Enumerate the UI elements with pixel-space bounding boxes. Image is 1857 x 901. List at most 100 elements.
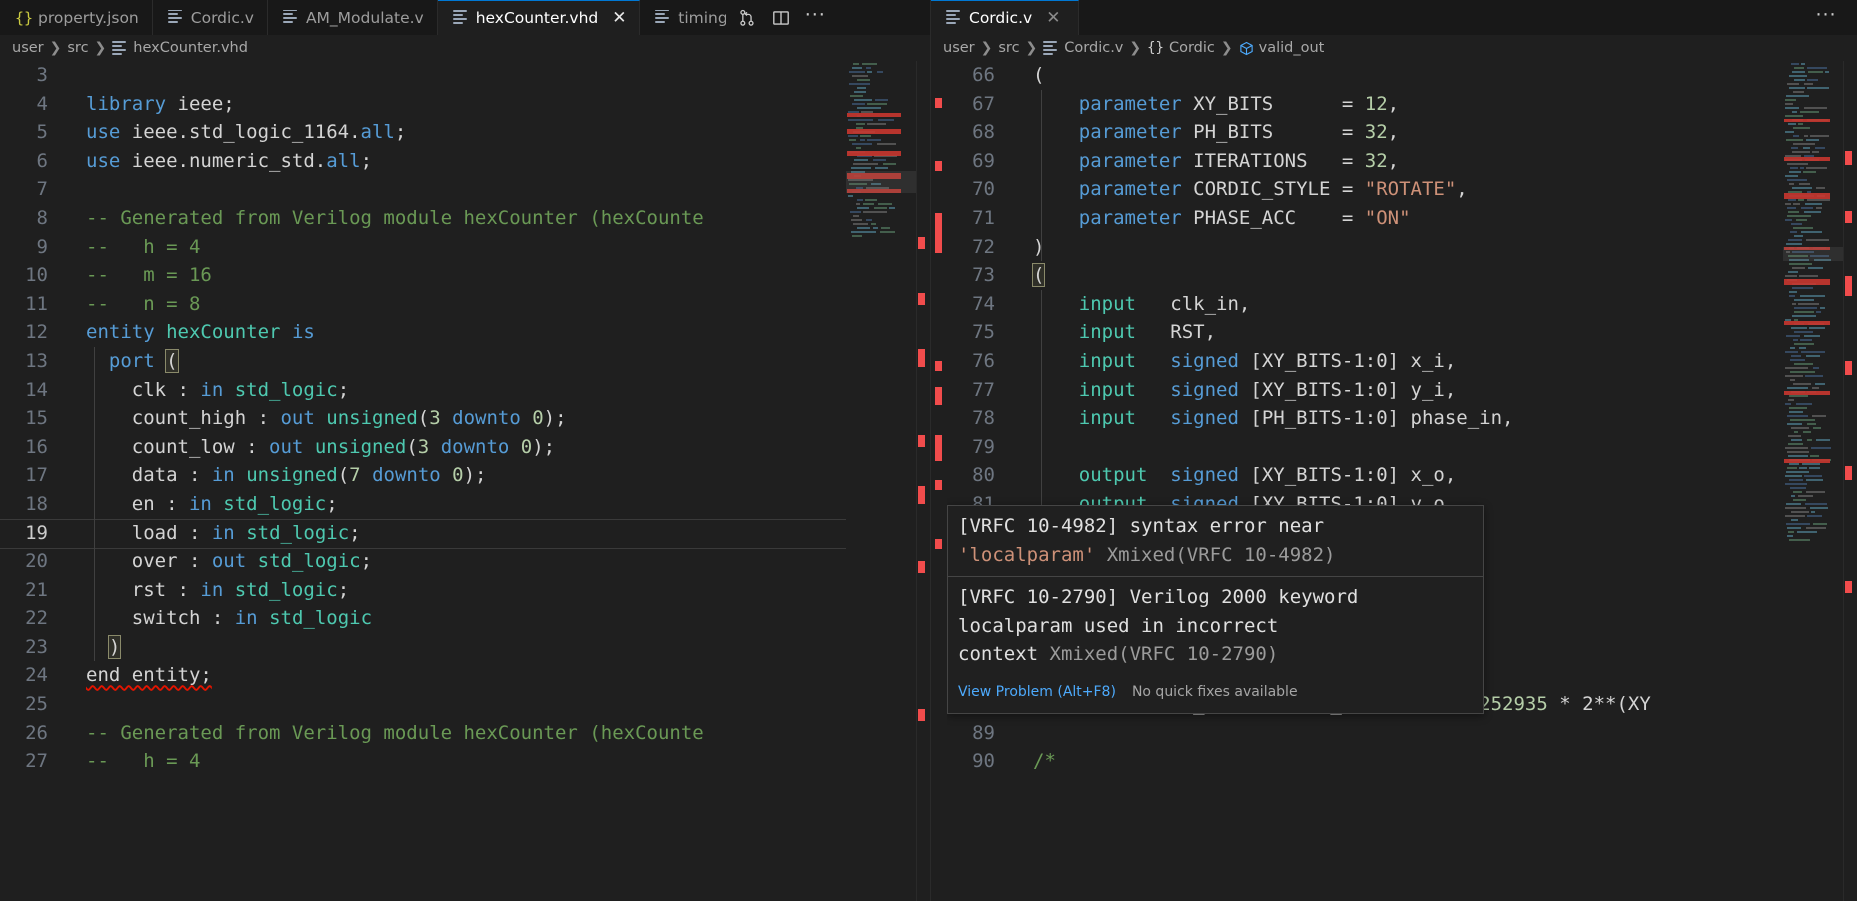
line-content: end entity; xyxy=(72,661,846,690)
error-marker[interactable] xyxy=(1845,466,1852,480)
error-marker[interactable] xyxy=(918,486,925,504)
right-decoration-strip[interactable] xyxy=(931,61,947,901)
code-line[interactable]: 3 xyxy=(0,61,846,90)
tab-timing-x[interactable]: timing.x xyxy=(640,0,727,35)
error-marker[interactable] xyxy=(1845,151,1852,165)
code-line[interactable]: 9 -- h = 4 xyxy=(0,233,846,262)
code-line[interactable]: 72) xyxy=(947,232,1783,262)
code-line[interactable]: 10 -- m = 16 xyxy=(0,261,846,290)
tab-cordic-v-right[interactable]: Cordic.v ✕ xyxy=(931,0,1079,35)
left-overview-ruler[interactable] xyxy=(916,61,930,901)
code-line[interactable]: 79 xyxy=(947,432,1783,462)
code-line[interactable]: 11 -- n = 8 xyxy=(0,290,846,319)
error-marker[interactable] xyxy=(935,213,942,253)
code-line[interactable]: 22 switch : in std_logic xyxy=(0,604,846,633)
code-line[interactable]: 74 input clk_in, xyxy=(947,289,1783,319)
breadcrumb-item-src[interactable]: src xyxy=(998,40,1019,56)
code-line[interactable]: 69 parameter ITERATIONS = 32, xyxy=(947,146,1783,176)
code-line[interactable]: 70 parameter CORDIC_STYLE = "ROTATE", xyxy=(947,175,1783,204)
tab-close-icon[interactable]: ✕ xyxy=(612,9,626,27)
code-line[interactable]: 67 parameter XY_BITS = 12, xyxy=(947,89,1783,119)
minimap-slider[interactable] xyxy=(1783,247,1843,261)
source-control-icon[interactable] xyxy=(730,0,764,35)
error-marker[interactable] xyxy=(1845,276,1852,296)
code-line[interactable]: 21 rst : in std_logic; xyxy=(0,575,846,605)
code-line[interactable]: 14 clk : in std_logic; xyxy=(0,375,846,405)
tab-cordic-v[interactable]: Cordic.v xyxy=(152,0,268,35)
code-line[interactable]: 80 output signed [XY_BITS-1:0] x_o, xyxy=(947,461,1783,490)
error-marker[interactable] xyxy=(918,435,925,447)
breadcrumb-item-module[interactable]: {} Cordic xyxy=(1147,40,1215,56)
error-marker[interactable] xyxy=(918,561,925,573)
error-marker[interactable] xyxy=(1845,211,1852,223)
code-line[interactable]: 68 parameter PH_BITS = 32, xyxy=(947,118,1783,147)
minimap-slider[interactable] xyxy=(846,171,916,193)
line-content: data : in unsigned(7 downto 0); xyxy=(72,461,846,490)
minimap-line xyxy=(1793,203,1800,205)
code-line[interactable]: 6 use ieee.numeric_std.all; xyxy=(0,147,846,176)
breadcrumb-item-user[interactable]: user xyxy=(943,40,975,56)
error-marker[interactable] xyxy=(935,98,942,108)
error-marker[interactable] xyxy=(935,361,942,371)
tab-property-json[interactable]: {} property.json xyxy=(0,0,153,35)
more-actions-icon[interactable]: ··· xyxy=(1809,0,1843,35)
error-marker[interactable] xyxy=(918,349,925,367)
error-marker[interactable] xyxy=(1845,581,1852,593)
indent-guide xyxy=(1041,461,1042,490)
code-line[interactable]: 13 port ( xyxy=(0,346,846,376)
code-line[interactable]: 73 ( xyxy=(947,261,1783,290)
line-content: output signed [XY_BITS-1:0] x_o, xyxy=(1019,461,1783,490)
code-line[interactable]: 75 input RST, xyxy=(947,318,1783,347)
error-marker[interactable] xyxy=(935,539,942,549)
code-line[interactable]: 66 ( xyxy=(947,61,1783,90)
code-line[interactable]: 24 end entity; xyxy=(0,661,846,690)
breadcrumb-item-src[interactable]: src xyxy=(67,40,88,56)
code-line[interactable]: 18 en : in std_logic; xyxy=(0,489,846,519)
code-line[interactable]: 71 parameter PHASE_ACC = "ON" xyxy=(947,203,1783,233)
code-line[interactable]: 4 library ieee; xyxy=(0,90,846,119)
code-line[interactable]: 76 input signed [XY_BITS-1:0] x_i, xyxy=(947,346,1783,376)
code-line[interactable]: 7 xyxy=(0,175,846,204)
code-line[interactable]: 25 xyxy=(0,690,846,719)
breadcrumb-item-file[interactable]: Cordic.v xyxy=(1043,40,1123,56)
error-marker[interactable] xyxy=(935,435,942,461)
code-line[interactable]: 77 input signed [XY_BITS-1:0] y_i, xyxy=(947,375,1783,405)
left-code-lines[interactable]: 3 4 library ieee; 5 use ieee.std_logic_1164.… xyxy=(0,61,846,776)
breadcrumb-item-user[interactable]: user xyxy=(12,40,44,56)
breadcrumb-item-symbol[interactable]: valid_out xyxy=(1239,40,1324,56)
code-line[interactable]: 8 -- Generated from Verilog module hexCou… xyxy=(0,204,846,233)
view-problem-link[interactable]: View Problem (Alt+F8) xyxy=(958,678,1116,707)
breadcrumb-item-file[interactable]: hexCounter.vhd xyxy=(112,40,248,56)
code-line[interactable]: 12 entity hexCounter is xyxy=(0,318,846,347)
code-line[interactable]: 20 over : out std_logic; xyxy=(0,547,846,576)
tab-close-icon[interactable]: ✕ xyxy=(1046,9,1060,27)
code-line[interactable]: 17 data : in unsigned(7 downto 0); xyxy=(0,461,846,490)
right-code-surface[interactable]: 66(67 parameter XY_BITS = 12, 68 paramete… xyxy=(947,61,1783,901)
error-hover-widget[interactable]: [VRFC 10-4982] syntax error near 'localp… xyxy=(947,505,1484,714)
left-minimap[interactable] xyxy=(846,61,916,901)
right-overview-ruler[interactable] xyxy=(1843,61,1857,901)
right-minimap[interactable] xyxy=(1783,61,1843,901)
error-marker[interactable] xyxy=(918,237,925,249)
tab-am-modulate-v[interactable]: AM_Modulate.v xyxy=(267,0,438,35)
more-actions-icon[interactable]: ··· xyxy=(798,0,832,35)
left-code-surface[interactable]: 3 4 library ieee; 5 use ieee.std_logic_1164.… xyxy=(0,61,846,901)
code-line[interactable]: 23 ) xyxy=(0,632,846,662)
code-line[interactable]: 90 /* xyxy=(947,747,1783,776)
error-marker[interactable] xyxy=(1845,361,1852,375)
code-line[interactable]: 78 input signed [PH_BITS-1:0] phase_in, xyxy=(947,404,1783,433)
code-line[interactable]: 5 use ieee.std_logic_1164.all; xyxy=(0,118,846,147)
error-marker[interactable] xyxy=(935,161,942,171)
code-line[interactable]: 89 xyxy=(947,719,1783,748)
code-line[interactable]: 27 -- h = 4 xyxy=(0,747,846,776)
code-line[interactable]: 15 count_high : out unsigned(3 downto 0)… xyxy=(0,404,846,433)
error-marker[interactable] xyxy=(918,293,925,305)
code-line[interactable]: 26 -- Generated from Verilog module hexCo… xyxy=(0,719,846,748)
error-marker[interactable] xyxy=(918,709,925,721)
error-marker[interactable] xyxy=(935,387,942,405)
code-line[interactable]: 16 count_low : out unsigned(3 downto 0); xyxy=(0,432,846,462)
split-editor-icon[interactable] xyxy=(764,0,798,35)
tab-hexcounter-vhd[interactable]: hexCounter.vhd ✕ xyxy=(437,0,641,35)
code-line[interactable]: 19 load : in std_logic; xyxy=(0,518,846,549)
error-marker[interactable] xyxy=(935,480,942,490)
